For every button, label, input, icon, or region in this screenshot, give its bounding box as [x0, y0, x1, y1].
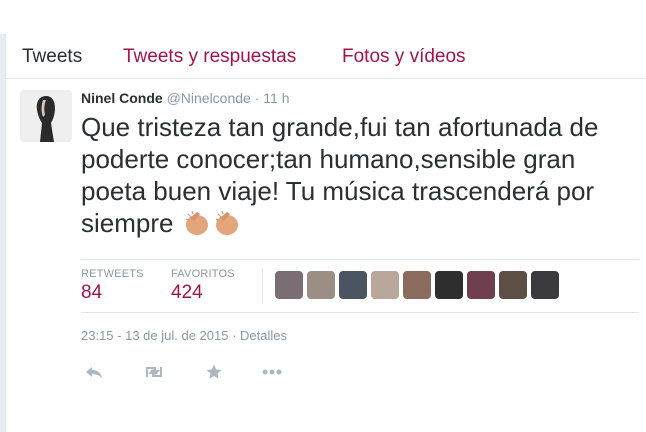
favoriter-avatar-5[interactable] — [403, 271, 431, 299]
favoriter-avatar-9[interactable] — [531, 271, 559, 299]
meta-separator: · — [232, 328, 237, 343]
favoriter-avatar-8[interactable] — [499, 271, 527, 299]
tab-tweets[interactable]: Tweets — [22, 45, 82, 69]
retweets-count: 84 — [81, 282, 103, 303]
top-bar — [0, 0, 646, 34]
retweet-icon — [146, 367, 162, 377]
more-icon — [262, 369, 282, 375]
timestamp[interactable]: 23:15 - 13 de jul. de 2015 — [81, 328, 228, 343]
favoriter-avatar-3[interactable] — [339, 271, 367, 299]
tab-photos-videos[interactable]: Fotos y vídeos — [342, 45, 466, 69]
details-link[interactable]: Detalles — [240, 328, 287, 343]
retweet-button[interactable] — [141, 361, 167, 383]
tweet-meta: 23:15 - 13 de jul. de 2015 · Detalles — [81, 328, 287, 343]
avatar-image — [20, 90, 72, 142]
clapping-hands-icon — [182, 208, 246, 245]
retweets-stat[interactable]: RETWEETS 84 — [81, 268, 144, 306]
tweet-text-body: Que tristeza tan grande,fui tan afortuna… — [81, 112, 599, 238]
reply-button[interactable] — [81, 361, 107, 383]
favorites-label: FAVORITOS — [171, 268, 235, 280]
display-name[interactable]: Ninel Conde — [81, 90, 163, 106]
favorite-button[interactable] — [201, 361, 227, 383]
favoriter-avatar-7[interactable] — [467, 271, 495, 299]
tweet-header: Ninel Conde @Ninelconde · 11 h — [81, 89, 290, 107]
tweet: Ninel Conde @Ninelconde · 11 h Que trist… — [6, 79, 646, 432]
avatar[interactable] — [20, 90, 72, 142]
reply-icon — [86, 367, 102, 378]
separator: · — [254, 90, 260, 106]
favoriter-avatar-1[interactable] — [275, 271, 303, 299]
favorites-stat[interactable]: FAVORITOS 424 — [171, 268, 235, 306]
favoriter-avatar-2[interactable] — [307, 271, 335, 299]
favoriter-avatar-4[interactable] — [371, 271, 399, 299]
retweets-label: RETWEETS — [81, 268, 144, 280]
tab-tweets-and-replies[interactable]: Tweets y respuestas — [123, 45, 296, 69]
star-icon — [206, 364, 222, 379]
favorites-count: 424 — [171, 282, 203, 303]
stats-divider — [262, 268, 263, 304]
favoriter-avatar-6[interactable] — [435, 271, 463, 299]
relative-time[interactable]: 11 h — [263, 90, 289, 106]
more-button[interactable] — [259, 361, 285, 383]
tweet-text: Que tristeza tan grande,fui tan afortuna… — [81, 111, 641, 245]
username[interactable]: @Ninelconde — [167, 90, 251, 106]
profile-tabs: Tweets Tweets y respuestas Fotos y vídeo… — [6, 34, 646, 79]
tweet-stats: RETWEETS 84 FAVORITOS 424 — [81, 259, 639, 313]
